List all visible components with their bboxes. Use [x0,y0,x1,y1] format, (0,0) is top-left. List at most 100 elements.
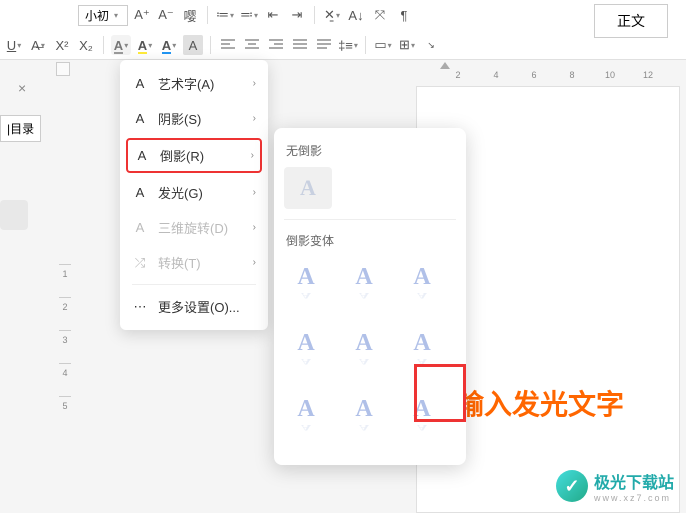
chevron-right-icon: › [251,150,254,161]
ruler-tick: 1 [59,264,71,279]
toc-button[interactable]: |目录 [0,115,41,142]
menu-item-3d-rotation: A 三维旋转(D) › [120,210,268,245]
chevron-right-icon: › [253,222,256,233]
subscript-icon[interactable]: X₂ [76,35,96,55]
reflection-variant[interactable]: AA [284,257,328,309]
menu-item-glow[interactable]: A 发光(G) › [120,175,268,210]
increase-font-icon[interactable]: A⁺ [132,5,152,25]
distribute-icon[interactable] [314,35,334,55]
menu-item-reflection[interactable]: A 倒影(R) › [126,138,262,173]
shading-icon[interactable]: ▭▾ [373,35,393,55]
chevron-right-icon: › [253,187,256,198]
reflection-icon: A [134,148,150,164]
ribbon-toolbar: 小初 ▾ A⁺ A⁻ 嘤 ≔▾ ≕▾ ⇤ ⇥ ✕̱▾ A↓ ⤧ ¶ U▾ A̶▾… [0,0,686,60]
decrease-indent-icon[interactable]: ⇤ [263,5,283,25]
divider [210,36,211,54]
menu-item-more-settings[interactable]: ⋯ 更多设置(O)... [120,289,268,324]
chevron-down-icon: ▾ [114,11,118,20]
watermark-title: 极光下载站 [594,469,674,493]
font-size-selector[interactable]: 小初 ▾ [78,5,128,26]
menu-label: 艺术字(A) [158,74,243,93]
align-right-icon[interactable] [266,35,286,55]
toolbar-row-1: 小初 ▾ A⁺ A⁻ 嘤 ≔▾ ≕▾ ⇤ ⇥ ✕̱▾ A↓ ⤧ ¶ [0,0,686,30]
style-zhengwen-button[interactable]: 正文 [594,4,668,38]
divider [207,6,208,24]
menu-item-transform: ⤮ 转换(T) › [120,245,268,280]
align-left-icon[interactable] [218,35,238,55]
shadow-icon: A [132,111,148,127]
reflection-variant[interactable]: AA [284,323,328,375]
text-effects-icon[interactable]: A▾ [111,35,131,55]
preview-letter-icon: A [300,175,316,201]
more-icon: ⋯ [132,299,148,315]
reflection-variant[interactable]: AA [284,389,328,441]
char-shading-icon[interactable]: A [183,35,203,55]
watermark-url: www.xz7.com [594,493,674,503]
underline-icon[interactable]: U▾ [4,35,24,55]
number-list-icon[interactable]: ≕▾ [239,5,259,25]
submenu-separator [284,219,456,220]
borders-icon[interactable]: ⊞▾ [397,35,417,55]
show-hide-icon[interactable]: ¶ [394,5,414,25]
font-size-label: 小初 [85,7,109,24]
ruler-tick: 4 [59,363,71,378]
annotation-highlight-box [414,364,466,422]
superscript-icon[interactable]: X² [52,35,72,55]
font-color-icon[interactable]: A▾ [159,35,179,55]
ruler-tick: 3 [59,330,71,345]
menu-label: 发光(G) [158,183,243,202]
close-tab-icon[interactable]: × [18,80,26,96]
ruler-tick: 4 [486,70,506,80]
bullet-list-icon[interactable]: ≔▾ [215,5,235,25]
menu-item-shadow[interactable]: A 阴影(S) › [120,101,268,136]
chevron-right-icon: › [253,257,256,268]
reflection-variant[interactable]: AA [342,323,386,375]
text-effects-dropdown: A 艺术字(A) › A 阴影(S) › A 倒影(R) › A 发光(G) ›… [120,60,268,330]
vertical-ruler[interactable]: 1 2 3 4 5 [56,264,74,411]
menu-label: 转换(T) [158,253,243,272]
chevron-right-icon: › [253,78,256,89]
sort-icon[interactable]: A↓ [346,5,366,25]
menu-label: 阴影(S) [158,109,243,128]
rotation-3d-icon: A [132,220,148,236]
ruler-tick: 5 [59,396,71,411]
align-center-icon[interactable] [242,35,262,55]
sidebar-thumbnail[interactable] [0,200,28,230]
submenu-section-title: 无倒影 [284,138,456,167]
menu-label: 三维旋转(D) [158,218,243,237]
annotation-text: 输入发光文字 [456,383,624,423]
phonetic-guide-icon[interactable]: 嘤 [180,5,200,25]
ruler-tick: 8 [562,70,582,80]
line-spacing-icon[interactable]: ‡≡▾ [338,35,358,55]
ruler-tick: 6 [524,70,544,80]
align-justify-icon[interactable] [290,35,310,55]
strikethrough-icon[interactable]: A̶▾ [28,35,48,55]
divider [314,6,315,24]
paragraph-settings-icon[interactable]: ↘ [421,35,441,55]
watermark: ✓ 极光下载站 www.xz7.com [556,469,674,503]
menu-item-wordart[interactable]: A 艺术字(A) › [120,66,268,101]
no-reflection-preview[interactable]: A [284,167,332,209]
transform-icon: ⤮ [132,255,148,271]
ruler-corner [56,62,70,76]
reflection-variant[interactable]: AA [342,257,386,309]
toolbar-row-2: U▾ A̶▾ X² X₂ A▾ A▾ A▾ A ‡≡▾ [0,30,686,60]
menu-label: 更多设置(O)... [158,297,256,316]
reflection-variant[interactable]: AA [400,257,444,309]
special-char-icon[interactable]: ✕̱▾ [322,5,342,25]
paragraph-marks-icon[interactable]: ⤧ [370,5,390,25]
divider [365,36,366,54]
ruler-tick: 2 [448,70,468,80]
reflection-variant[interactable]: AA [342,389,386,441]
menu-label: 倒影(R) [160,146,241,165]
decrease-font-icon[interactable]: A⁻ [156,5,176,25]
watermark-logo-icon: ✓ [556,470,588,502]
chevron-right-icon: › [253,113,256,124]
reflection-variants-row: AA AA AA [284,257,456,309]
highlight-icon[interactable]: A▾ [135,35,155,55]
increase-indent-icon[interactable]: ⇥ [287,5,307,25]
horizontal-ruler[interactable]: 2 4 6 8 10 12 [416,62,686,80]
submenu-section-title: 倒影变体 [284,228,456,257]
ruler-tick: 10 [600,70,620,80]
menu-separator [132,284,256,285]
